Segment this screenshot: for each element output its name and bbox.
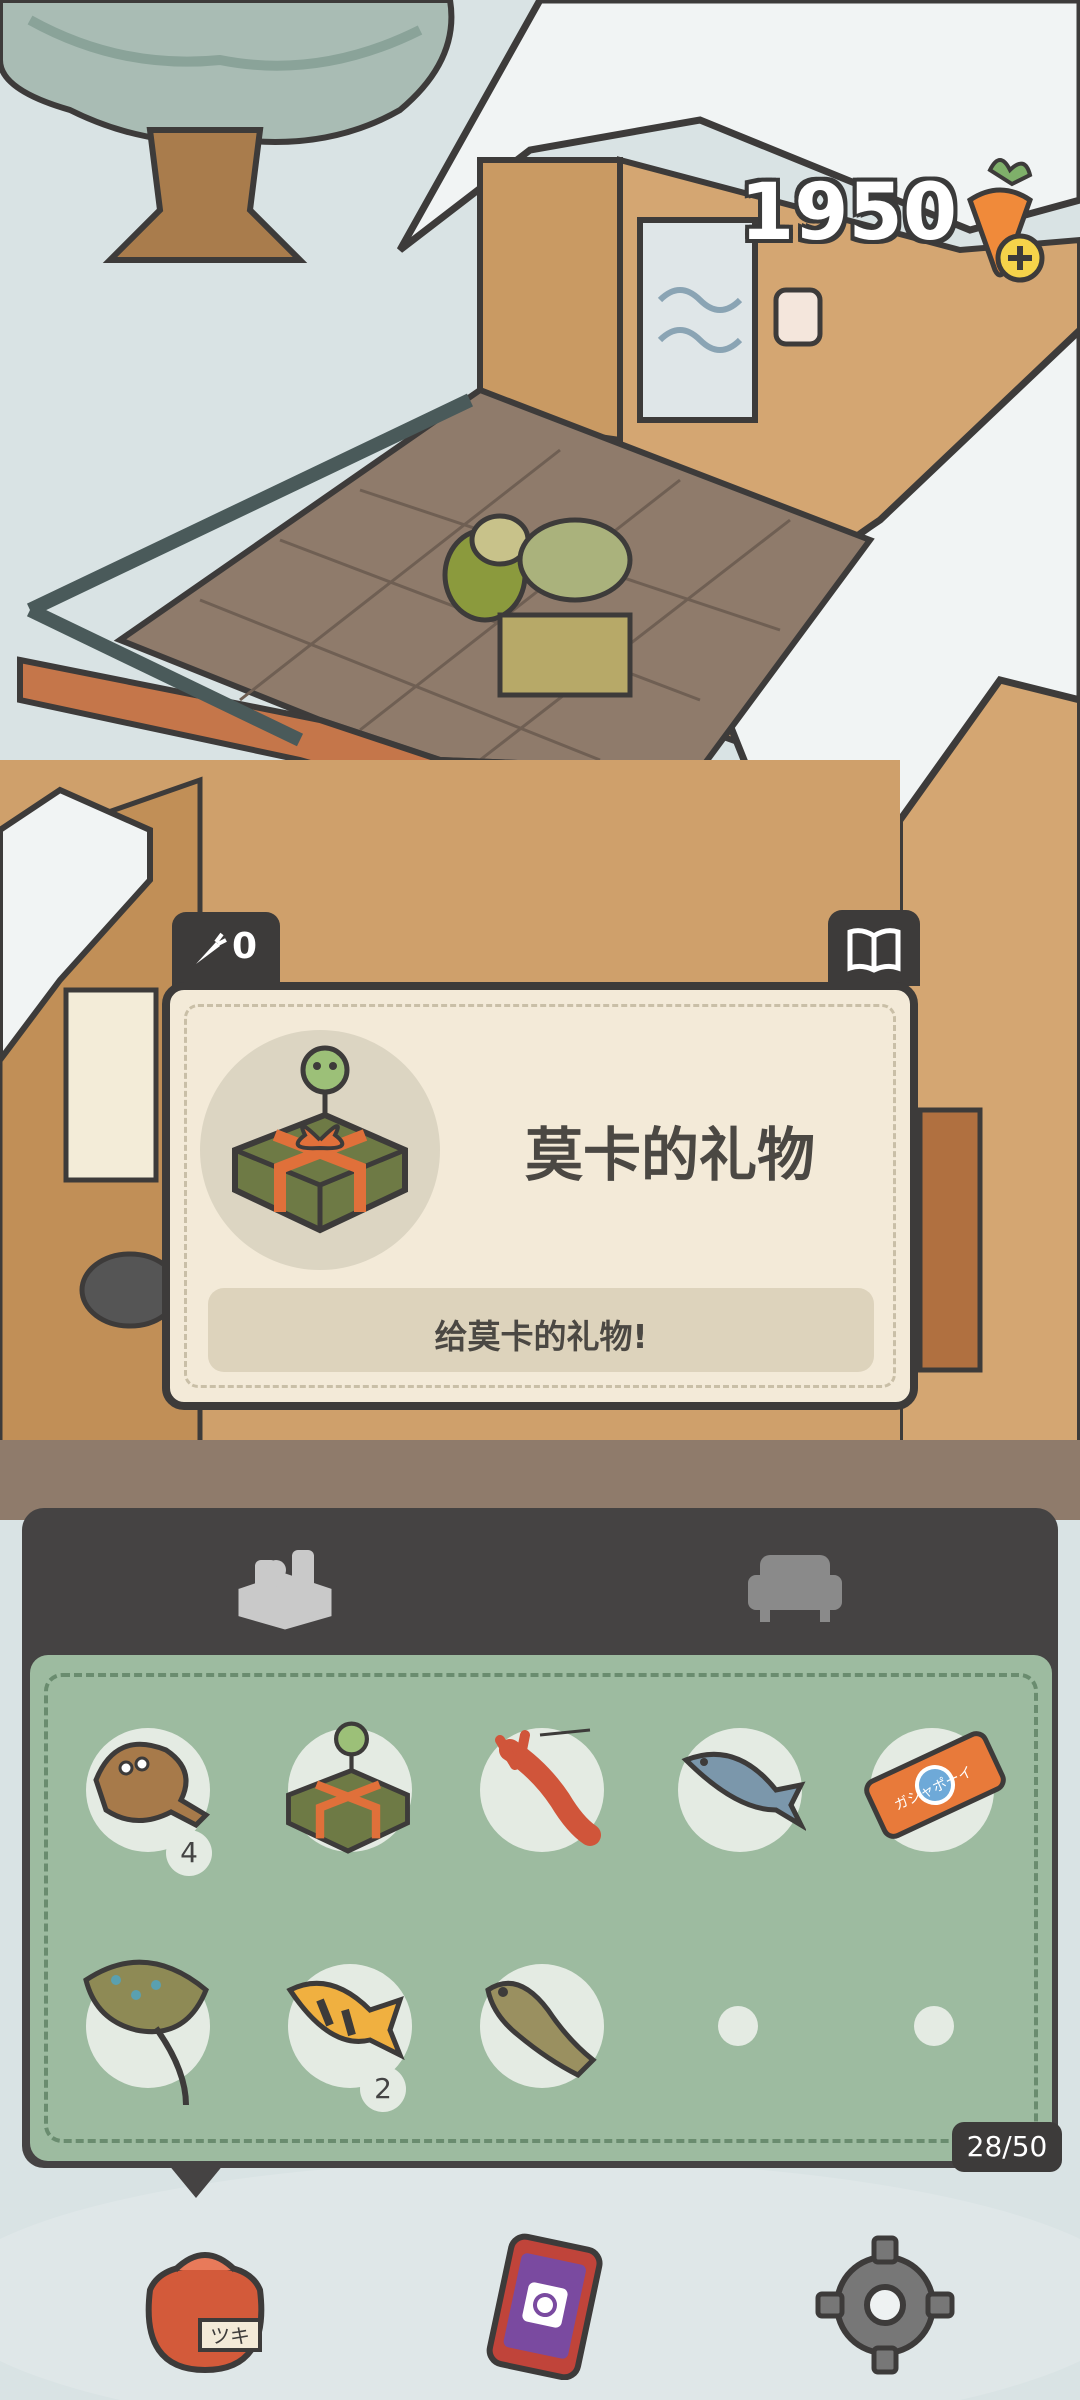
book-button[interactable] bbox=[828, 910, 920, 986]
gear-icon bbox=[815, 2235, 955, 2375]
inventory-capacity: 28/50 bbox=[952, 2122, 1062, 2172]
item-description-bar: 给莫卡的礼物! bbox=[208, 1288, 874, 1372]
lobster-icon bbox=[495, 1728, 601, 1846]
goldfish-icon bbox=[286, 1980, 405, 2061]
basket-icon bbox=[238, 1550, 332, 1630]
carrot-reward-value: 0 bbox=[232, 926, 258, 967]
carrot-add-icon[interactable] bbox=[950, 150, 1050, 290]
phone-button[interactable] bbox=[470, 2230, 620, 2380]
bag-label: ツキ bbox=[210, 2324, 250, 2348]
goby-icon bbox=[485, 1980, 597, 2079]
flatfish-count: 4 bbox=[166, 1830, 212, 1876]
book-icon bbox=[847, 928, 901, 973]
tab-items[interactable] bbox=[230, 1530, 340, 1630]
carrot-count: 1950 bbox=[740, 168, 958, 258]
carrot-icon bbox=[196, 932, 227, 964]
gift-box-icon bbox=[232, 1045, 408, 1234]
bag-button[interactable]: ツキ bbox=[130, 2230, 280, 2380]
goldfish-count: 2 bbox=[360, 2066, 406, 2112]
tab-furniture[interactable] bbox=[740, 1530, 850, 1630]
inventory-slot-10[interactable] bbox=[914, 2006, 954, 2046]
carrot-reward-tag: 0 bbox=[172, 912, 280, 986]
mackerel-icon bbox=[681, 1751, 806, 1831]
stingray-icon bbox=[83, 1959, 209, 2106]
gacha-ticket-icon: ガシャポーイ bbox=[864, 1731, 1006, 1839]
flatfish-icon bbox=[93, 1741, 211, 1829]
sofa-icon bbox=[748, 1555, 842, 1622]
phone-icon bbox=[486, 2233, 603, 2380]
inventory-slot-9[interactable] bbox=[718, 2006, 758, 2046]
bag-icon: ツキ bbox=[145, 2252, 265, 2374]
panel-pointer bbox=[168, 2164, 224, 2198]
item-description: 给莫卡的礼物! bbox=[434, 1317, 648, 1356]
item-title: 莫卡的礼物 bbox=[524, 1121, 815, 1189]
gift-box-icon bbox=[286, 1721, 410, 1854]
settings-button[interactable] bbox=[810, 2230, 960, 2380]
